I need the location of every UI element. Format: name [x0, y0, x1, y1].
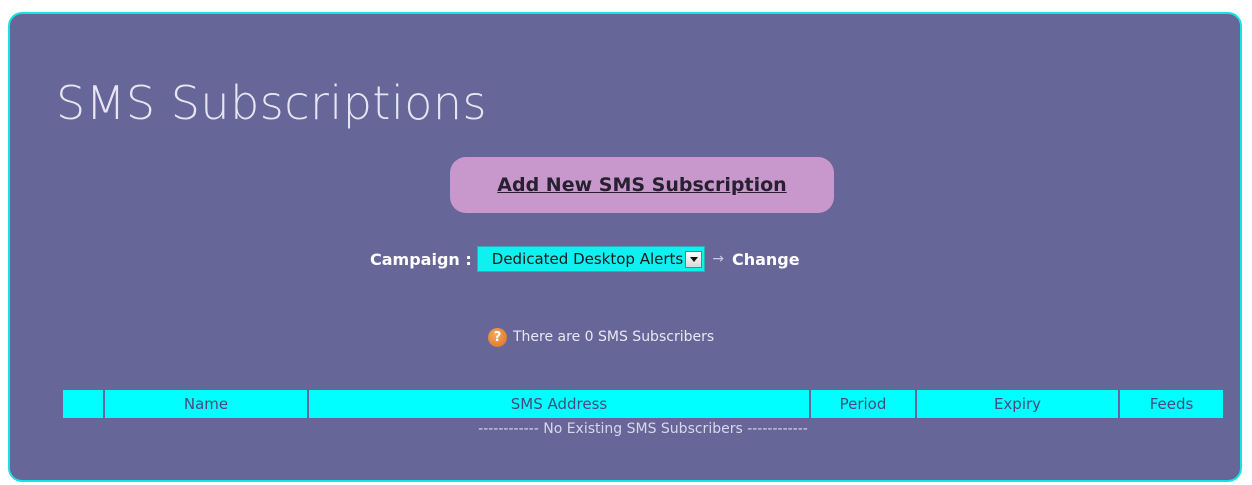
column-header-sms-address[interactable]: SMS Address — [307, 390, 810, 418]
change-campaign-link[interactable]: Change — [732, 250, 800, 269]
empty-table-message: ------------ No Existing SMS Subscribers… — [478, 421, 808, 437]
arrow-right-icon: → — [712, 251, 724, 267]
sms-subscriptions-panel: SMS Subscriptions Add New SMS Subscripti… — [8, 12, 1242, 482]
table-header-row: Name SMS Address Period Expiry Feeds — [63, 390, 1223, 418]
help-icon[interactable]: ? — [488, 327, 507, 347]
sms-subscribers-table: Name SMS Address Period Expiry Feeds ---… — [63, 390, 1223, 440]
subscriber-count-text: There are 0 SMS Subscribers — [513, 329, 715, 345]
campaign-row: Campaign : Dedicated Desktop Alerts → Ch… — [370, 245, 800, 273]
column-header-name[interactable]: Name — [103, 390, 308, 418]
subscriber-count-info: ? There are 0 SMS Subscribers — [488, 325, 714, 349]
campaign-select[interactable]: Dedicated Desktop Alerts — [476, 246, 706, 272]
add-new-sms-subscription-button[interactable]: Add New SMS Subscription — [450, 157, 834, 213]
add-new-sms-subscription-label[interactable]: Add New SMS Subscription — [497, 174, 786, 196]
campaign-select-value[interactable]: Dedicated Desktop Alerts — [492, 250, 683, 268]
table-row: ------------ No Existing SMS Subscribers… — [63, 418, 1223, 440]
campaign-label: Campaign : — [370, 249, 472, 269]
chevron-down-icon[interactable] — [685, 250, 703, 268]
column-header-expiry[interactable]: Expiry — [915, 390, 1119, 418]
page-title: SMS Subscriptions — [56, 76, 487, 130]
column-header-period[interactable]: Period — [809, 390, 916, 418]
column-header-feeds[interactable]: Feeds — [1118, 390, 1223, 418]
column-header-select — [63, 390, 104, 418]
